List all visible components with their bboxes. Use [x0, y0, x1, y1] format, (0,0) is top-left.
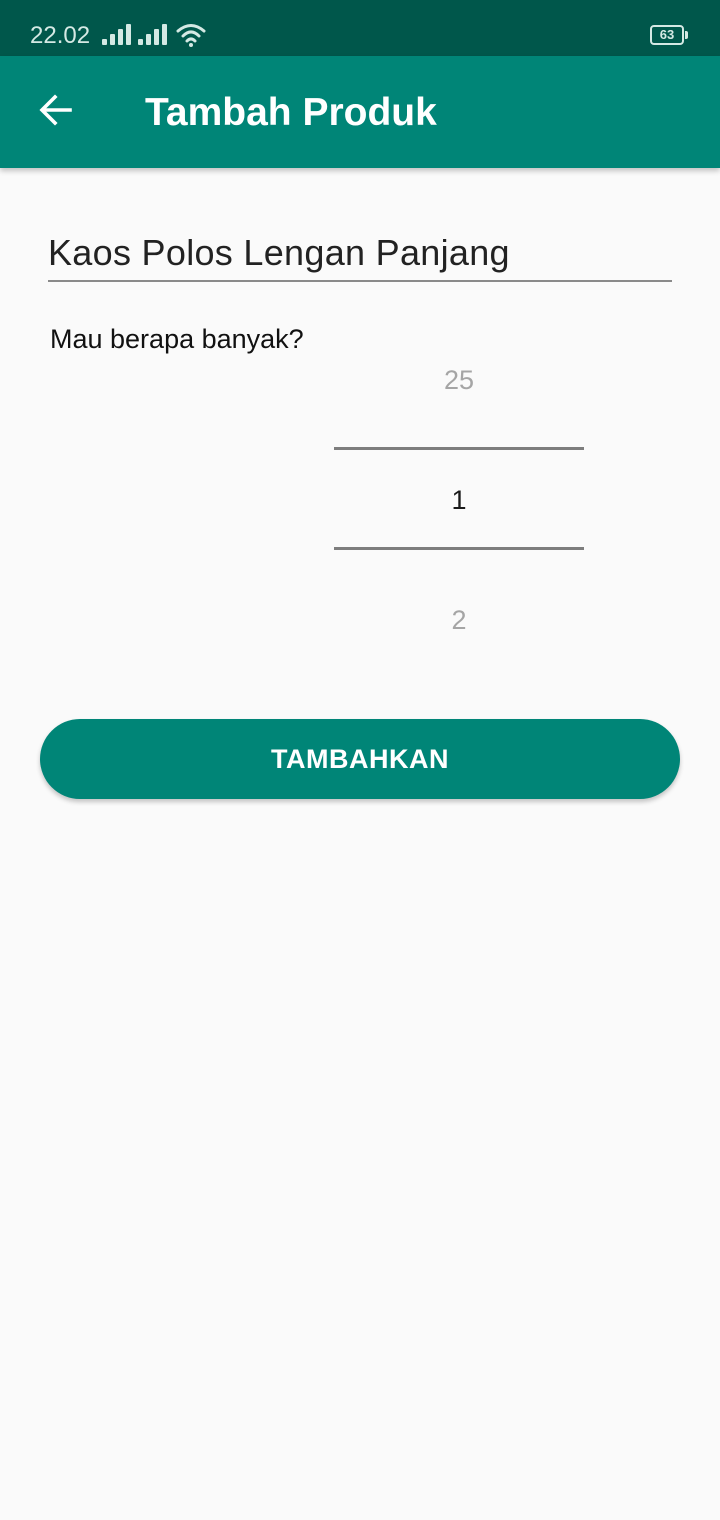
picker-next-value[interactable]: 2 — [334, 600, 584, 640]
battery-icon: 63 — [650, 25, 684, 45]
status-bar: 22.02 63 — [0, 0, 720, 56]
wifi-icon — [176, 23, 206, 52]
tambahkan-button[interactable]: TAMBAHKAN — [40, 719, 680, 799]
back-button[interactable] — [20, 76, 92, 148]
product-name-field[interactable] — [48, 226, 672, 282]
picker-divider-bottom — [334, 547, 584, 550]
status-time: 22.02 — [30, 22, 91, 49]
picker-divider-top — [334, 447, 584, 450]
signal-icon — [102, 24, 132, 51]
picker-selected-value[interactable]: 1 — [334, 480, 584, 520]
battery-tip — [685, 31, 688, 39]
app-bar: Tambah Produk — [0, 56, 720, 168]
quantity-picker[interactable]: 25 1 2 — [334, 350, 584, 660]
picker-previous-value[interactable]: 25 — [334, 360, 584, 400]
arrow-left-icon — [38, 92, 74, 133]
page-title: Tambah Produk — [145, 91, 437, 134]
signal-icon — [138, 24, 168, 51]
product-name-input[interactable] — [48, 226, 672, 280]
quantity-label: Mau berapa banyak? — [50, 324, 304, 354]
battery-level: 63 — [659, 27, 675, 42]
